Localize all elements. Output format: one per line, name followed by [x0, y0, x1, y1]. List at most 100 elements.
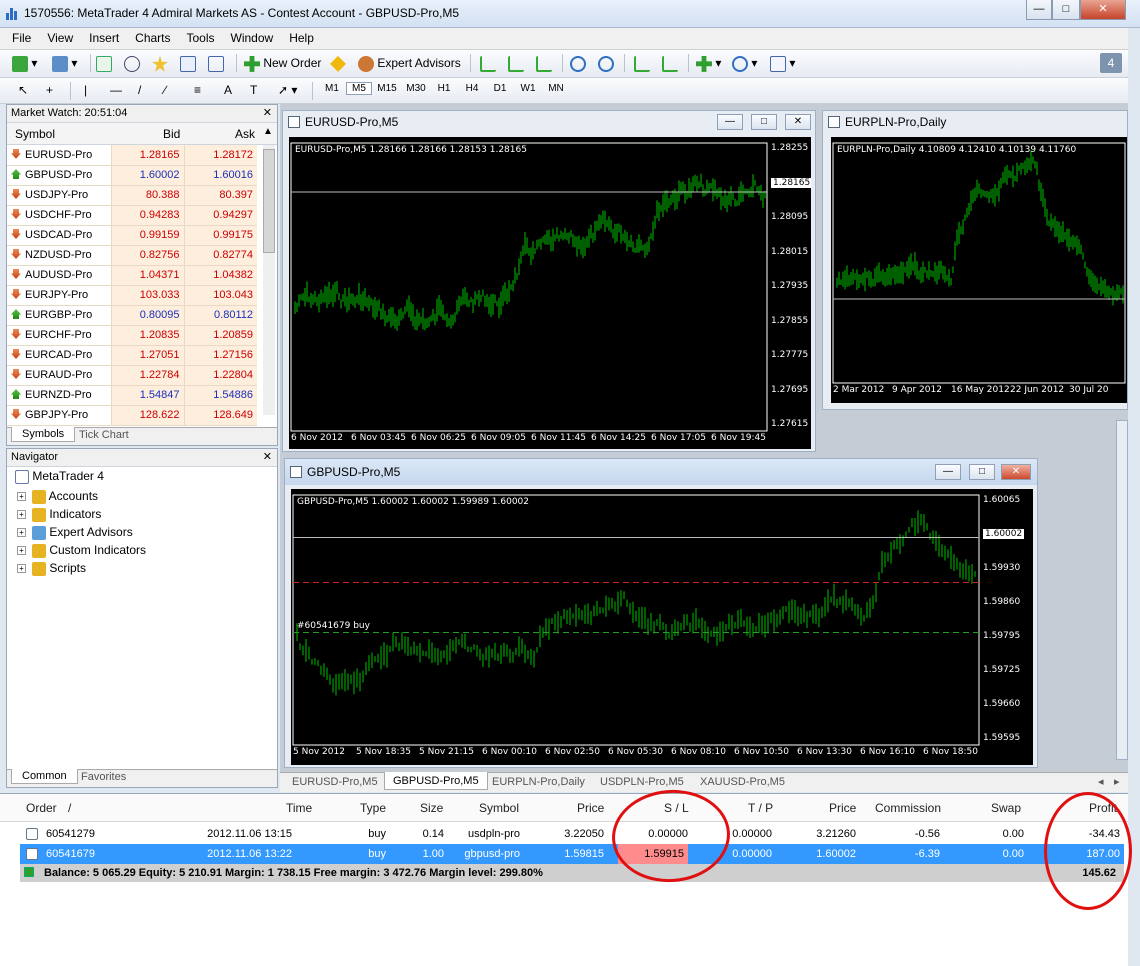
navigator-item[interactable]: + Accounts [17, 489, 98, 507]
chart-close-button[interactable]: ✕ [1001, 464, 1031, 480]
expand-icon[interactable]: + [17, 492, 26, 502]
order-row[interactable]: 60541679 2012.11.06 13:22 buy 1.00 gbpusd-pr… [20, 844, 1124, 864]
timeframe-h4[interactable]: H4 [458, 83, 486, 94]
col-type[interactable]: Type [360, 797, 386, 819]
expand-icon[interactable]: + [17, 564, 26, 574]
bar-chart-button[interactable] [480, 53, 496, 73]
navigator-item[interactable]: + Expert Advisors [17, 525, 133, 543]
fibonacci-tool[interactable]: ≡ [194, 80, 201, 100]
col-commission[interactable]: Commission [875, 797, 941, 819]
trendline-tool[interactable]: / [138, 80, 141, 100]
close-icon[interactable]: ✕ [263, 449, 272, 466]
tab-favorites[interactable]: Favorites [81, 771, 126, 783]
col-size[interactable]: Size [420, 797, 443, 819]
terminal-toggle[interactable] [180, 53, 196, 73]
market-watch-row[interactable]: EURCHF-Pro 1.20835 1.20859 [7, 325, 257, 346]
tab-symbols[interactable]: Symbols [11, 427, 76, 442]
col-price[interactable]: Price [577, 797, 604, 819]
col-bid[interactable]: Bid [163, 127, 180, 141]
market-watch-row[interactable]: EURAUD-Pro 1.22784 1.22804 [7, 365, 257, 386]
market-watch-row[interactable]: USDCAD-Pro 0.99159 0.99175 [7, 225, 257, 246]
navigator-item[interactable]: + Indicators [17, 507, 101, 525]
timeframe-mn[interactable]: MN [542, 83, 570, 94]
vertical-line-tool[interactable]: | [84, 80, 87, 100]
candlestick-button[interactable] [508, 53, 524, 73]
market-watch-row[interactable]: AUDUSD-Pro 1.04371 1.04382 [7, 265, 257, 286]
chart-minimize-button[interactable]: — [717, 114, 743, 130]
profiles-button[interactable]: ▾ [52, 53, 77, 73]
col-tp[interactable]: T / P [748, 797, 773, 819]
col-swap[interactable]: Swap [991, 797, 1021, 819]
crosshair-tool[interactable]: + [46, 80, 53, 100]
new-chart-button[interactable]: ▾ [12, 53, 37, 73]
chart-window-eurpln[interactable]: EURPLN-Pro,Daily EURPLN-Pro,Daily 4.1080… [822, 110, 1128, 410]
scroll-left-icon[interactable]: ◂ [1098, 773, 1104, 791]
market-watch-row[interactable]: GBPJPY-Pro 128.622 128.649 [7, 405, 257, 426]
text-label-tool[interactable]: T [250, 80, 257, 100]
navigator-toggle[interactable] [152, 53, 168, 73]
chart-restore-button[interactable]: □ [969, 464, 995, 480]
new-order-button[interactable]: New Order [244, 53, 321, 73]
timeframe-w1[interactable]: W1 [514, 83, 542, 94]
timeframe-m15[interactable]: M15 [372, 83, 402, 94]
col-order[interactable]: Order [26, 797, 57, 819]
menu-view[interactable]: View [39, 28, 81, 49]
data-window-toggle[interactable] [124, 53, 140, 73]
timeframe-m1[interactable]: M1 [318, 83, 346, 94]
line-chart-button[interactable] [536, 53, 552, 73]
alerts-button[interactable] [330, 53, 346, 73]
market-watch-row[interactable]: USDCHF-Pro 0.94283 0.94297 [7, 205, 257, 226]
arrows-tool[interactable]: ➚ ▾ [278, 80, 297, 100]
expand-icon[interactable]: + [17, 528, 26, 538]
col-time[interactable]: Time [286, 797, 312, 819]
col-symbol[interactable]: Symbol [15, 127, 55, 141]
col-symbol[interactable]: Symbol [479, 797, 519, 819]
chart-tab-eurpln[interactable]: EURPLN-Pro,Daily [492, 773, 585, 791]
zoom-in-button[interactable] [570, 53, 586, 73]
maximize-button[interactable]: □ [1052, 0, 1080, 20]
eurpln-chart[interactable]: EURPLN-Pro,Daily 4.10809 4.12410 4.10139… [831, 137, 1127, 403]
tab-common[interactable]: Common [11, 769, 78, 784]
market-watch-row[interactable]: NZDUSD-Pro 0.82756 0.82774 [7, 245, 257, 266]
tab-tick-chart[interactable]: Tick Chart [79, 429, 129, 441]
cursor-tool[interactable]: ↖ [18, 80, 28, 100]
market-watch-scrollbar[interactable] [263, 145, 275, 415]
timeframe-h1[interactable]: H1 [430, 83, 458, 94]
scroll-right-icon[interactable]: ▸ [1114, 773, 1120, 791]
indicators-button[interactable]: ▾ [696, 53, 721, 73]
col-ask[interactable]: Ask [235, 127, 255, 141]
chart-tab-xauusd[interactable]: XAUUSD-Pro,M5 [700, 773, 785, 791]
strategy-tester-toggle[interactable] [208, 53, 224, 73]
tree-root[interactable]: MetaTrader 4 [15, 469, 104, 487]
timeframe-m5[interactable]: M5 [346, 82, 372, 95]
text-tool[interactable]: A [224, 80, 232, 100]
chart-shift-button[interactable] [662, 53, 678, 73]
periods-button[interactable]: ▾ [732, 53, 757, 73]
market-watch-row[interactable]: EURNZD-Pro 1.54847 1.54886 [7, 385, 257, 406]
scroll-up-icon[interactable]: ▲ [263, 126, 273, 137]
timeframe-d1[interactable]: D1 [486, 83, 514, 94]
market-watch-row[interactable]: EURGBP-Pro 0.80095 0.80112 [7, 305, 257, 326]
timeframe-m30[interactable]: M30 [402, 83, 430, 94]
market-watch-row[interactable]: EURUSD-Pro 1.28165 1.28172 [7, 145, 257, 166]
minimize-button[interactable]: — [1026, 0, 1052, 20]
expand-icon[interactable]: + [17, 546, 26, 556]
close-button[interactable]: ✕ [1080, 0, 1126, 20]
chart-minimize-button[interactable]: — [935, 464, 961, 480]
market-watch-row[interactable]: GBPUSD-Pro 1.60002 1.60016 [7, 165, 257, 186]
chart-tab-gbpusd[interactable]: GBPUSD-Pro,M5 [384, 772, 488, 790]
chart-restore-button[interactable]: □ [751, 114, 777, 130]
navigator-item[interactable]: + Custom Indicators [17, 543, 146, 561]
menu-window[interactable]: Window [223, 28, 282, 49]
chart-close-button[interactable]: ✕ [785, 114, 811, 130]
expand-icon[interactable]: + [17, 510, 26, 520]
col-current-price[interactable]: Price [829, 797, 856, 819]
menu-tools[interactable]: Tools [179, 28, 223, 49]
market-watch-row[interactable]: EURCAD-Pro 1.27051 1.27156 [7, 345, 257, 366]
menu-charts[interactable]: Charts [127, 28, 178, 49]
navigator-item[interactable]: + Scripts [17, 561, 86, 579]
templates-button[interactable]: ▾ [770, 53, 795, 73]
market-watch-row[interactable]: USDJPY-Pro 80.388 80.397 [7, 185, 257, 206]
chart-window-gbpusd[interactable]: GBPUSD-Pro,M5 — □ ✕ GBPUSD-Pro,M5 1.6000… [284, 458, 1038, 768]
chart-window-eurusd[interactable]: EURUSD-Pro,M5 — □ ✕ EURUSD-Pro,M5 1.2816… [282, 110, 816, 452]
